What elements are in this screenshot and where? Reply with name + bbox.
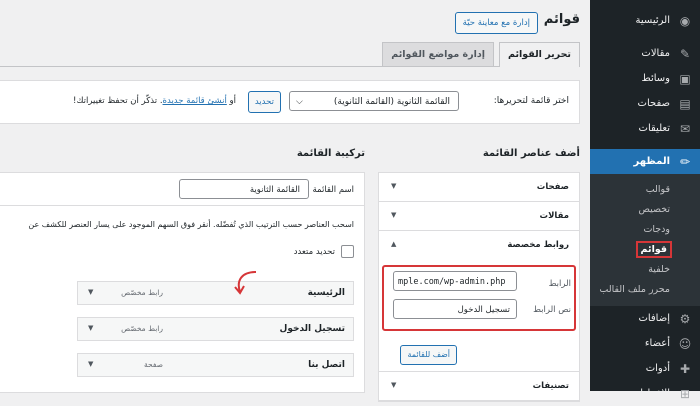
plugins-icon: ⚙ [679,311,691,326]
tab-manage-locations[interactable]: إدارة مواضع القوائم [382,42,494,66]
main-content: قوائم إدارة مع معاينة حيّة تحرير القوائم… [0,0,590,402]
menu-item-title: الرئيسية [307,288,345,298]
select-menu-label: اختر قائمة لتحريرها: [493,96,569,106]
select-menu-button[interactable]: تحديد [247,91,281,113]
accordion-label: مقالات [539,211,569,221]
create-menu-hint: أو أنشئ قائمة جديدة. تذكّر أن تحفظ تغيير… [73,96,236,106]
brush-icon: ✏ [679,154,691,169]
accordion-posts[interactable]: مقالات ▼ [379,202,579,231]
bulk-select-toggle[interactable]: تحديد متعدد [294,245,354,258]
submenu-item-theme-editor[interactable]: محرر ملف القالب [590,280,700,300]
tab-edit-menus[interactable]: تحرير القوائم [499,42,580,67]
submenu-item-menus[interactable]: قوائم [590,240,700,260]
accordion-custom-links[interactable]: روابط مخصصة ▲ [379,231,579,259]
add-to-menu-button[interactable]: أضف للقائمة [400,345,457,365]
accordion-label: صفحات [536,182,569,192]
page-title: قوائم [543,12,580,27]
submenu-item-background[interactable]: خلفية [590,260,700,280]
comments-icon: ✉ [679,121,691,136]
sidebar-item-appearance[interactable]: ✏ المظهر [584,149,700,174]
caret-up-icon: ▲ [391,240,397,248]
sidebar-item-settings[interactable]: ⊞ الإعدادات [590,381,700,406]
url-input[interactable]: mple.com/wp-admin.php [393,271,517,291]
accordion-label: روابط مخصصة [507,240,569,250]
submenu-item-widgets[interactable]: ودجات [590,220,700,240]
tools-icon: ✚ [679,361,691,376]
add-menu-items-heading: أضف عناصر القائمة [482,148,580,159]
sidebar-item-users[interactable]: ☺ أعضاء [590,331,700,356]
bulk-select-checkbox[interactable] [341,245,354,258]
menu-item-title: تسجيل الدخول [279,324,345,334]
sidebar-item-posts[interactable]: ✎ مقالات [590,41,700,66]
pin-icon: ✎ [679,46,691,61]
menu-structure-panel: اسم القائمة القائمة الثانوية اسحب العناص… [0,172,365,393]
caret-down-icon: ▼ [391,381,397,389]
sidebar-item-label: صفحات [637,98,670,109]
hint-suffix: . تذكّر أن تحفظ تغييراتك! [73,96,163,106]
menu-item-type: رابط مخصّص [121,288,163,297]
caret-down-icon[interactable]: ▼ [88,288,93,296]
sidebar-item-label: وسائط [641,73,670,84]
divider [0,205,364,206]
sidebar-item-media[interactable]: ▣ وسائط [590,66,700,91]
menu-item-entry[interactable]: اتصل بنا صفحة ▼ [77,353,354,377]
menu-name-label: اسم القائمة [312,185,354,195]
sidebar-item-label: المظهر [633,156,670,167]
nav-tabs: تحرير القوائم إدارة مواضع القوائم [0,42,580,67]
curved-arrow-annotation-icon [234,271,257,295]
settings-icon: ⊞ [679,386,691,401]
manage-with-live-preview-button[interactable]: إدارة مع معاينة حيّة [454,12,538,34]
submenu-item-themes[interactable]: قوالب [590,180,700,200]
drag-instructions: اسحب العناصر حسب الترتيب الذي تُفضّله. أ… [28,220,354,229]
menu-select-dropdown[interactable]: القائمة الثانوية (القائمة الثانوية) ⌵ [289,91,459,111]
sidebar-item-comments[interactable]: ✉ تعليقات [590,116,700,141]
sidebar-item-label: أدوات [645,363,670,374]
caret-down-icon[interactable]: ▼ [88,360,93,368]
menu-name-input[interactable]: القائمة الثانوية [179,179,309,199]
caret-down-icon: ▼ [391,211,397,219]
menu-structure-heading: تركيبة القائمة [296,148,365,159]
menu-item-type: صفحة [143,360,163,369]
sidebar-item-label: الإعدادات [630,388,670,399]
sidebar-item-label: الرئيسية [635,15,670,26]
add-items-accordion: صفحات ▼ مقالات ▼ روابط مخصصة ▲ الرابط mp… [378,172,580,402]
custom-links-panel: روابط مخصصة ▲ الرابط mple.com/wp-admin.p… [379,231,579,372]
sidebar-item-tools[interactable]: ✚ أدوات [590,356,700,381]
url-label: الرابط [548,279,571,289]
appearance-submenu: قوالب تخصيص ودجات قوائم خلفية محرر ملف ا… [590,174,700,306]
menu-item-entry[interactable]: الرئيسية رابط مخصّص ▼ [77,281,354,305]
link-text-label: نص الرابط [533,305,571,315]
sidebar-item-pages[interactable]: ▤ صفحات [590,91,700,116]
chevron-down-icon: ⌵ [296,97,303,107]
sidebar-item-label: أعضاء [644,338,670,349]
create-new-menu-link[interactable]: أنشئ قائمة جديدة [163,96,227,106]
menu-select-value: القائمة الثانوية (القائمة الثانوية) [333,97,450,107]
caret-down-icon: ▼ [391,182,397,190]
accordion-label: تصنيفات [532,381,569,391]
caret-down-icon[interactable]: ▼ [88,324,93,332]
menu-item-type: رابط مخصّص [121,324,163,333]
hint-prefix: أو [229,96,236,106]
menu-item-title: اتصل بنا [308,360,345,370]
users-icon: ☺ [678,336,692,351]
menu-select-bar: اختر قائمة لتحريرها: القائمة الثانوية (ا… [0,80,580,124]
sidebar-item-dashboard[interactable]: ◉ الرئيسية [590,8,700,33]
submenu-item-customize[interactable]: تخصيص [590,200,700,220]
admin-sidebar: ◉ الرئيسية ✎ مقالات ▣ وسائط ▤ صفحات ✉ تع… [584,0,700,401]
sidebar-item-label: مقالات [641,48,670,59]
accordion-pages[interactable]: صفحات ▼ [379,173,579,202]
sidebar-item-label: إضافات [638,313,670,324]
sidebar-item-label: تعليقات [638,123,670,134]
media-icon: ▣ [679,71,691,86]
accordion-categories[interactable]: تصنيفات ▼ [379,372,579,401]
pages-icon: ▤ [679,96,691,111]
link-text-input[interactable]: تسجيل الدخول [393,299,517,319]
submenu-item-menus-label: قوائم [635,241,673,258]
sidebar-item-plugins[interactable]: ⚙ إضافات [590,306,700,331]
menu-item-entry[interactable]: تسجيل الدخول رابط مخصّص ▼ [77,317,354,341]
dashboard-icon: ◉ [679,13,691,28]
bulk-select-label: تحديد متعدد [293,246,335,257]
